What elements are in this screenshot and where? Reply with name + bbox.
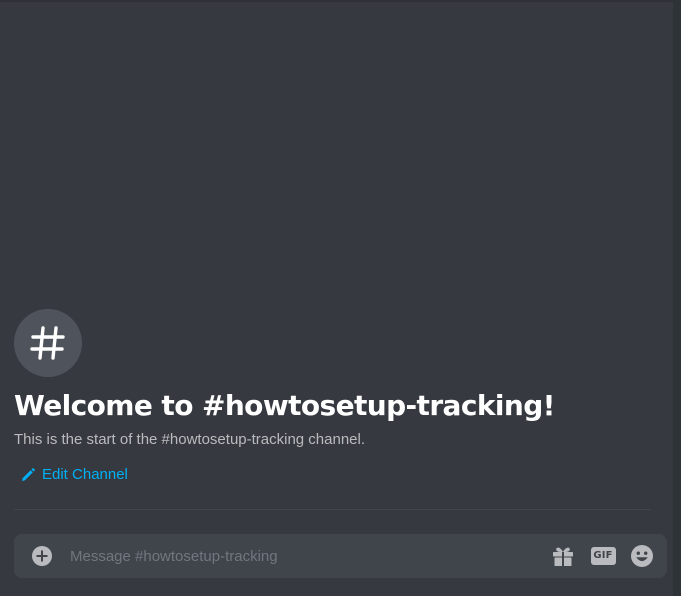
edit-channel-button[interactable]: Edit Channel xyxy=(21,466,128,483)
channel-avatar xyxy=(14,309,82,377)
emoji-icon xyxy=(631,545,653,567)
edit-channel-label: Edit Channel xyxy=(42,466,128,483)
top-border xyxy=(0,0,673,2)
emoji-button[interactable] xyxy=(630,544,654,568)
channel-welcome: Welcome to #howtosetup-tracking! This is… xyxy=(14,309,654,486)
chat-channel-view: Welcome to #howtosetup-tracking! This is… xyxy=(0,0,681,596)
gift-icon xyxy=(553,547,573,566)
message-composer: GIF xyxy=(14,534,667,578)
add-circle-icon xyxy=(32,546,52,566)
welcome-subtitle: This is the start of the #howtosetup-tra… xyxy=(14,431,366,448)
gif-button[interactable]: GIF xyxy=(590,544,616,568)
scrollbar-track[interactable] xyxy=(673,0,681,596)
message-input[interactable] xyxy=(70,534,530,578)
add-attachment-button[interactable] xyxy=(31,545,53,567)
welcome-title: Welcome to #howtosetup-tracking! xyxy=(14,389,555,422)
gif-icon: GIF xyxy=(590,547,616,565)
pencil-icon xyxy=(22,467,35,481)
divider xyxy=(14,509,651,510)
hashtag-icon xyxy=(30,326,65,360)
gift-button[interactable] xyxy=(551,544,575,568)
